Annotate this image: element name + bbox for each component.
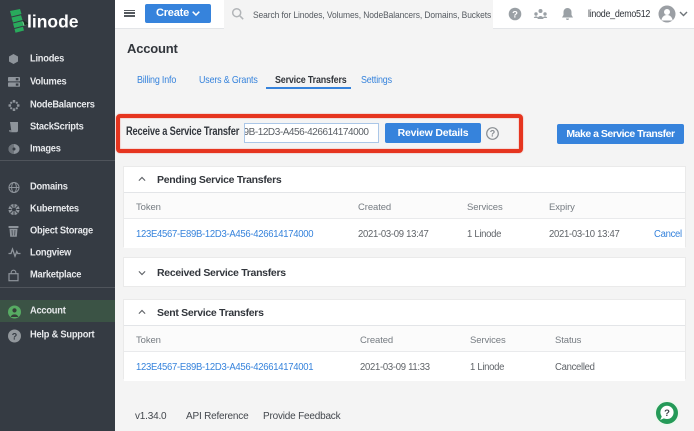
svg-text:?: ? bbox=[512, 9, 518, 20]
svg-text:?: ? bbox=[12, 331, 18, 341]
svg-text:?: ? bbox=[664, 408, 670, 419]
svg-text:linode: linode bbox=[27, 12, 79, 32]
